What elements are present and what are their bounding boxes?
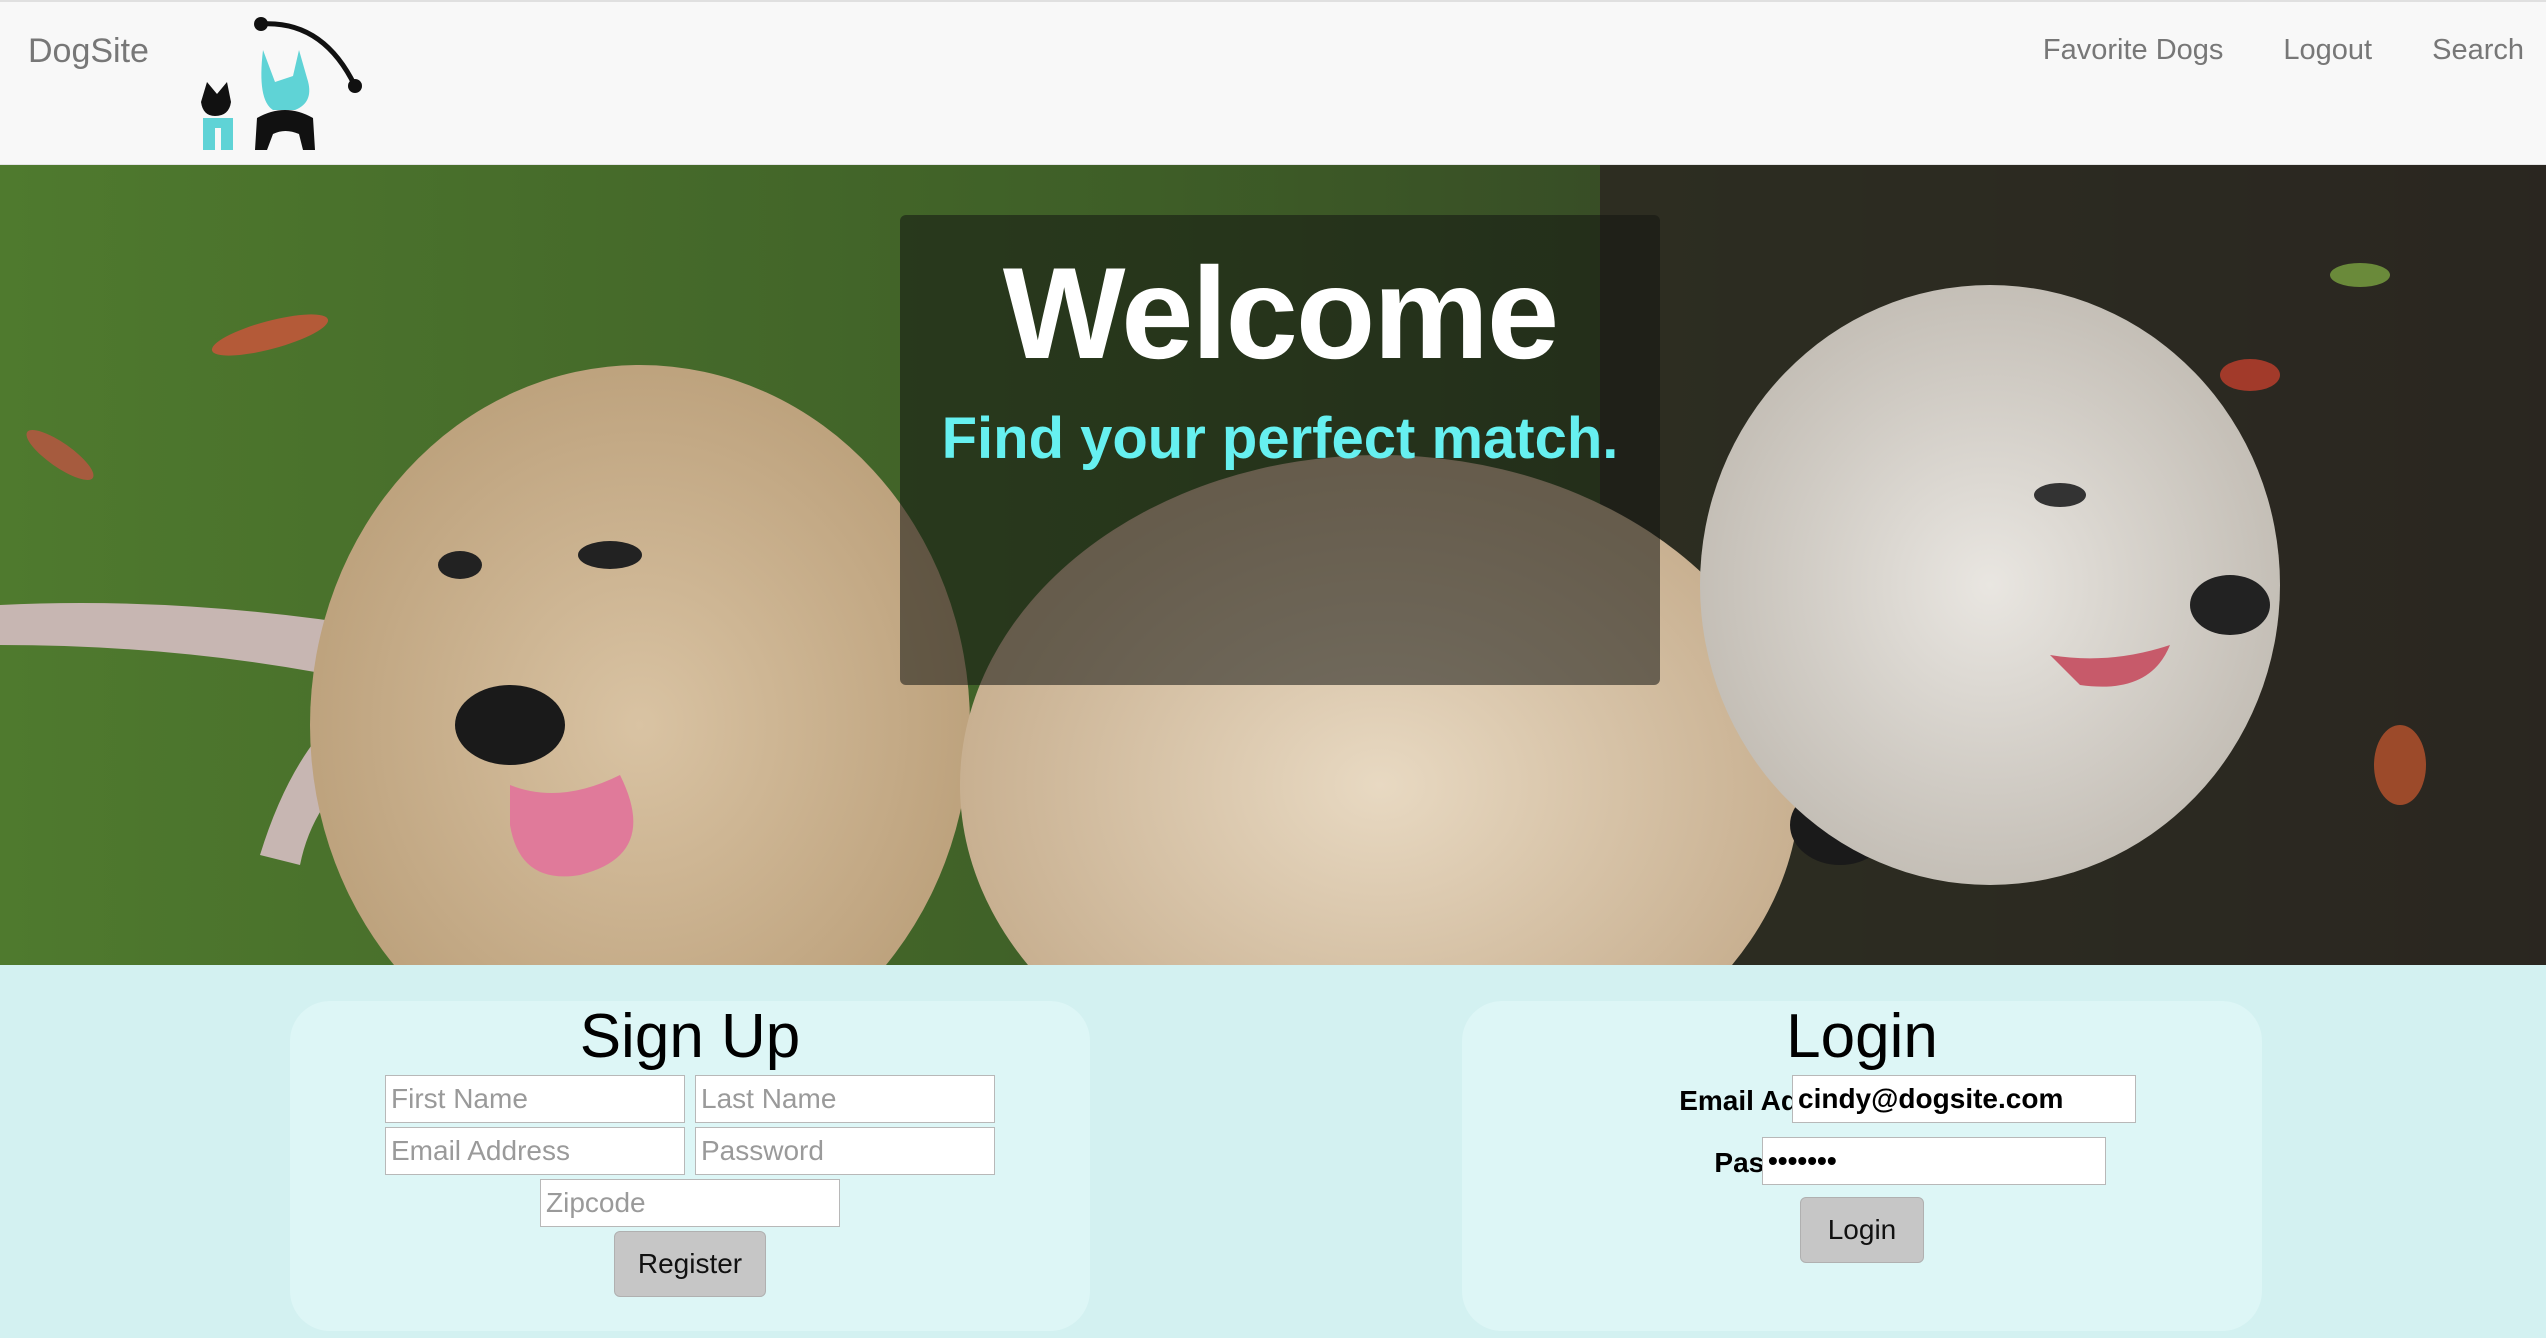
hero-title: Welcome — [1002, 240, 1559, 386]
forms-section: Sign Up Register Login Email Address: Pa… — [0, 965, 2546, 1338]
login-email-input[interactable] — [1792, 1075, 2136, 1123]
signup-password-input[interactable] — [695, 1127, 995, 1175]
brand-link[interactable]: DogSite — [28, 32, 149, 71]
zipcode-input[interactable] — [540, 1179, 840, 1227]
signup-title: Sign Up — [579, 1002, 801, 1071]
dog-cat-logo-icon[interactable] — [195, 10, 370, 150]
nav-logout[interactable]: Logout — [2283, 34, 2372, 67]
nav-favorite-dogs[interactable]: Favorite Dogs — [2043, 34, 2224, 67]
login-panel: Login Email Address: Password: Login — [1462, 1001, 2262, 1331]
signup-email-input[interactable] — [385, 1127, 685, 1175]
login-password-input[interactable] — [1762, 1137, 2106, 1185]
last-name-input[interactable] — [695, 1075, 995, 1123]
navbar: DogSite Favorite Dogs Logout Search — [0, 0, 2546, 165]
nav-links: Favorite Dogs Logout Search — [2043, 34, 2524, 67]
hero-banner: Welcome Find your perfect match. — [0, 165, 2546, 965]
hero-subtitle: Find your perfect match. — [941, 406, 1619, 471]
nav-search[interactable]: Search — [2432, 34, 2524, 67]
login-button[interactable]: Login — [1800, 1197, 1924, 1263]
register-button[interactable]: Register — [614, 1231, 766, 1297]
login-title: Login — [1786, 1002, 1938, 1071]
signup-panel: Sign Up Register — [290, 1001, 1090, 1331]
first-name-input[interactable] — [385, 1075, 685, 1123]
